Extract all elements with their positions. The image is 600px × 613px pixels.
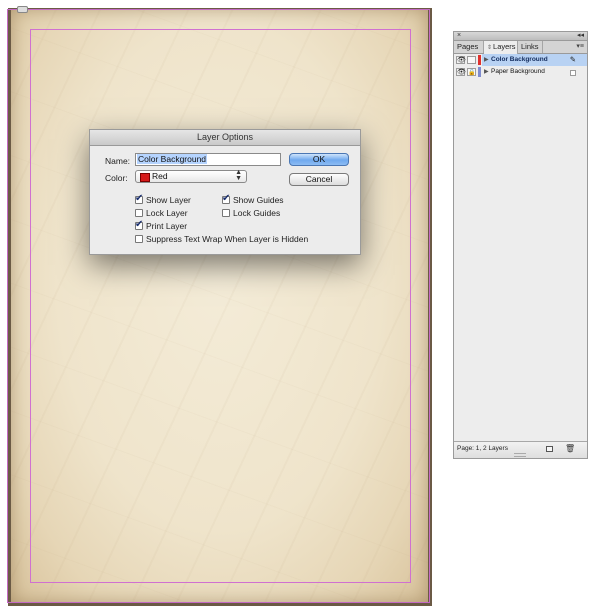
name-value: Color Background xyxy=(137,154,208,164)
layer-name-area[interactable]: ▶ Color Background ✎ xyxy=(482,54,587,66)
layers-status: Page: 1, 2 Layers xyxy=(457,445,508,452)
close-icon[interactable]: × xyxy=(457,32,461,39)
tab-links-label: Links xyxy=(521,42,539,51)
grip-icon: ⇕ xyxy=(487,45,493,51)
show-guides-label: Show Guides xyxy=(233,195,284,205)
suppress-text-wrap-label: Suppress Text Wrap When Layer is Hidden xyxy=(146,234,309,244)
tab-links[interactable]: Links xyxy=(518,41,543,53)
lock-layer-label: Lock Layer xyxy=(146,208,188,218)
panel-title-bar: × ◂◂ xyxy=(454,32,587,41)
suppress-text-wrap-checkbox[interactable]: Suppress Text Wrap When Layer is Hidden xyxy=(135,234,308,244)
new-layer-icon[interactable] xyxy=(546,446,553,452)
tab-pages[interactable]: Pages xyxy=(454,41,484,53)
name-label: Name: xyxy=(105,156,131,166)
lock-toggle-empty[interactable] xyxy=(467,56,476,64)
color-label: Color: xyxy=(105,173,128,183)
color-select[interactable]: Red ▲ ▼ xyxy=(135,169,247,183)
ok-button[interactable]: OK xyxy=(289,153,349,166)
layer-options-dialog: Layer Options Name: Color Background Col… xyxy=(89,129,361,255)
panel-menu-icon[interactable]: ▾≡ xyxy=(576,42,584,50)
cancel-button[interactable]: Cancel xyxy=(289,173,349,186)
panel-footer: Page: 1, 2 Layers 🗑 xyxy=(454,441,587,458)
dialog-title: Layer Options xyxy=(90,130,360,146)
show-guides-checkbox[interactable]: Show Guides xyxy=(222,193,284,205)
expand-triangle-icon[interactable]: ▶ xyxy=(484,66,489,78)
document-page[interactable] xyxy=(11,9,428,603)
checkbox-show-guides[interactable] xyxy=(222,193,230,204)
tab-layers-label: Layers xyxy=(493,42,516,51)
trash-icon[interactable]: 🗑 xyxy=(565,443,575,455)
color-value: Red xyxy=(152,171,168,181)
page-link-icon xyxy=(17,6,28,13)
show-layer-label: Show Layer xyxy=(146,195,191,205)
layer-color-bar xyxy=(478,55,481,65)
tab-pages-label: Pages xyxy=(457,42,479,51)
resize-grip[interactable] xyxy=(514,453,526,457)
layer-row-paper-background[interactable]: 👁 🔒 ▶ Paper Background xyxy=(454,66,587,78)
pen-icon: ✎ xyxy=(569,55,576,64)
visibility-eye-icon[interactable]: 👁 xyxy=(456,56,466,64)
checkbox-show-layer[interactable] xyxy=(135,193,143,204)
print-layer-checkbox[interactable]: Print Layer xyxy=(135,219,188,231)
checkbox-lock-guides[interactable] xyxy=(222,209,230,217)
expand-triangle-icon[interactable]: ▶ xyxy=(484,54,489,66)
visibility-eye-icon[interactable]: 👁 xyxy=(456,68,466,76)
checkbox-print-layer[interactable] xyxy=(135,219,143,230)
color-swatch xyxy=(140,173,150,182)
checkbox-lock-layer[interactable] xyxy=(135,209,143,217)
show-layer-checkbox[interactable]: Show Layer xyxy=(135,193,191,205)
collapse-icon[interactable]: ◂◂ xyxy=(577,32,584,39)
layer-name: Color Background xyxy=(491,56,548,63)
print-layer-label: Print Layer xyxy=(146,221,188,231)
lock-guides-checkbox[interactable]: Lock Guides xyxy=(222,208,280,218)
layer-row-color-background[interactable]: 👁 ▶ Color Background ✎ xyxy=(454,54,587,66)
panel-tabs: Pages ⇕Layers Links ▾≡ xyxy=(454,41,587,54)
chevron-updown-icon: ▲ ▼ xyxy=(235,169,242,182)
layers-panel: × ◂◂ Pages ⇕Layers Links ▾≡ 👁 ▶ Color Ba… xyxy=(453,31,588,459)
lock-layer-checkbox[interactable]: Lock Layer xyxy=(135,208,188,218)
checkbox-suppress-text-wrap[interactable] xyxy=(135,235,143,243)
layer-color-bar xyxy=(478,67,481,77)
selection-square-icon[interactable] xyxy=(570,70,576,76)
name-field[interactable]: Color Background xyxy=(135,153,281,166)
layer-name-area[interactable]: ▶ Paper Background xyxy=(482,66,587,78)
lock-guides-label: Lock Guides xyxy=(233,208,281,218)
lock-icon[interactable]: 🔒 xyxy=(467,68,476,76)
layer-name: Paper Background xyxy=(491,68,545,75)
tab-layers[interactable]: ⇕Layers xyxy=(484,41,518,54)
